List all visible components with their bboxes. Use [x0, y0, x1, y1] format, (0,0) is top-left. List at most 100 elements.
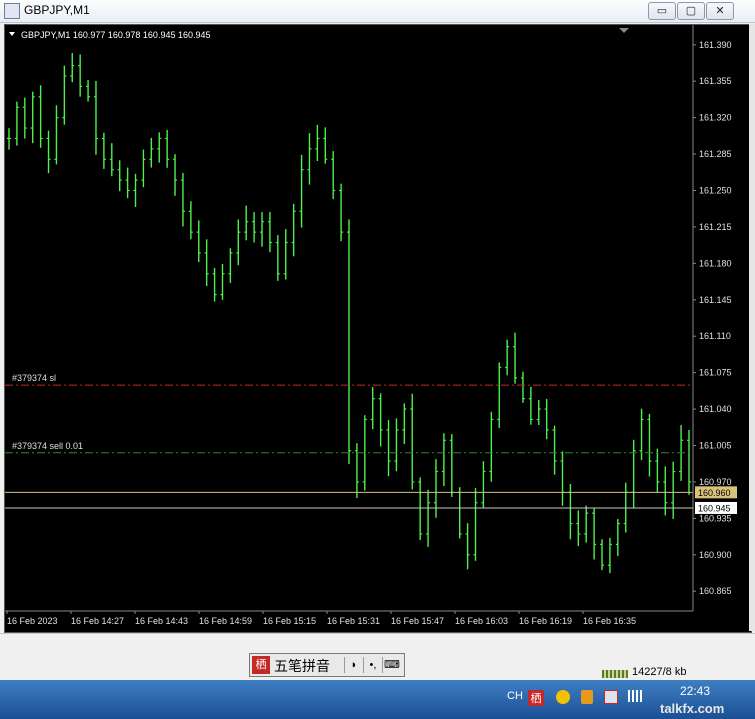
price-bar — [528, 386, 533, 425]
y-tick-label: 161.075 — [699, 368, 732, 378]
ime-tray-icon[interactable]: 栖 — [528, 690, 544, 706]
window-title: GBPJPY,M1 — [24, 3, 90, 17]
ime-toolbar[interactable]: 栖 五笔拼音 ◗ •, ⌨ — [249, 653, 405, 677]
signal-icon[interactable] — [628, 690, 642, 702]
price-bar — [687, 429, 691, 495]
price-bar — [671, 461, 676, 519]
ime-punctuation-icon[interactable]: •, — [363, 657, 382, 673]
network-warning-icon[interactable] — [604, 690, 618, 704]
tray-clock[interactable]: 22:43 — [680, 684, 710, 698]
price-bar — [283, 229, 288, 280]
y-tick-label: 160.935 — [699, 513, 732, 523]
price-bar — [125, 167, 130, 199]
close-button[interactable]: ✕ — [706, 2, 734, 20]
restore-button[interactable]: ▢ — [677, 2, 705, 20]
ime-keyboard-icon[interactable]: ⌨ — [382, 657, 401, 673]
price-bar — [188, 201, 193, 240]
y-tick-label: 161.250 — [699, 185, 732, 195]
smiley-tray-icon[interactable] — [556, 690, 570, 704]
price-bar — [101, 132, 106, 169]
price-bar — [607, 537, 612, 574]
chart-header-title: GBPJPY,M1 160.977 160.978 160.945 160.94… — [21, 30, 211, 40]
price-bar — [30, 91, 35, 144]
price-bar — [228, 248, 233, 284]
price-bar — [86, 80, 91, 102]
y-tick-label: 161.005 — [699, 441, 732, 451]
price-bar — [600, 539, 605, 571]
price-bar — [14, 101, 19, 146]
price-chart[interactable]: #379374 sl #379374 sell 0.01 161.390 161.3… — [4, 24, 752, 633]
price-bar — [93, 80, 98, 155]
price-bar — [339, 183, 344, 242]
net-speed-meter: 14227/8 kb — [602, 666, 755, 680]
price-bar — [497, 362, 502, 429]
price-bar — [109, 143, 114, 177]
minimize-button[interactable]: ▭ — [648, 2, 676, 20]
price-bar — [505, 339, 510, 376]
x-axis-ticks: 16 Feb 2023 16 Feb 14:27 16 Feb 14:43 16 Fe… — [6, 611, 636, 626]
chart-menu-icon[interactable] — [9, 32, 15, 36]
price-bar — [331, 151, 336, 200]
x-tick-label: 16 Feb 15:31 — [327, 616, 380, 626]
price-bar — [481, 461, 486, 508]
price-bar — [394, 418, 399, 472]
price-bar — [149, 137, 154, 168]
order-line-label: #379374 sl — [12, 373, 56, 383]
ime-mode-label[interactable]: 五笔拼音 — [274, 656, 330, 676]
price-bar — [315, 124, 320, 162]
x-tick-label: 16 Feb 16:19 — [519, 616, 572, 626]
price-bar — [299, 154, 304, 228]
price-bar — [418, 477, 423, 541]
app-icon — [4, 3, 20, 19]
price-bar — [520, 371, 525, 403]
axis-price-label: 160.960 — [695, 486, 737, 499]
price-bar — [513, 332, 518, 384]
x-tick-label: 16 Feb 14:27 — [71, 616, 124, 626]
chart-shift-icon[interactable] — [619, 28, 629, 33]
price-bar — [275, 235, 280, 281]
price-bar — [204, 239, 209, 287]
price-bar — [631, 439, 636, 508]
price-bar — [426, 489, 431, 547]
x-tick-label: 16 Feb 16:03 — [455, 616, 508, 626]
axis-price-label-text: 160.960 — [698, 488, 731, 498]
price-bar — [465, 523, 470, 570]
price-bar — [584, 505, 589, 543]
price-bar — [370, 387, 375, 430]
price-bar — [473, 488, 478, 561]
price-bar — [165, 129, 170, 168]
price-bar — [267, 211, 272, 253]
price-bar — [307, 133, 312, 185]
x-tick-label: 16 Feb 14:59 — [199, 616, 252, 626]
y-tick-label: 161.040 — [699, 404, 732, 414]
language-indicator[interactable]: CH — [507, 690, 523, 706]
ime-logo-icon[interactable]: 栖 — [252, 656, 270, 674]
price-bar — [291, 203, 296, 257]
status-bar — [0, 633, 755, 646]
price-bar — [410, 393, 415, 490]
price-bar — [655, 448, 660, 493]
price-bar — [402, 403, 407, 444]
price-bar — [46, 130, 51, 174]
shield-tray-icon[interactable] — [581, 690, 593, 704]
price-bar — [54, 105, 59, 165]
price-bar — [441, 433, 446, 487]
price-bar — [576, 510, 581, 547]
price-bar — [133, 173, 138, 207]
price-bar — [449, 434, 454, 497]
y-tick-label: 160.900 — [699, 550, 732, 560]
price-bar — [196, 220, 201, 263]
price-bar — [378, 393, 383, 447]
price-bar — [180, 172, 185, 227]
price-labels: 160.960 160.945 — [695, 486, 737, 514]
y-tick-label: 160.865 — [699, 586, 732, 596]
y-tick-label: 161.215 — [699, 222, 732, 232]
price-bar — [78, 54, 83, 97]
y-tick-label: 161.180 — [699, 258, 732, 268]
price-bar — [433, 459, 438, 518]
x-tick-label: 16 Feb 2023 — [7, 616, 58, 626]
ime-halfwidth-icon[interactable]: ◗ — [344, 657, 363, 673]
y-tick-label: 160.970 — [699, 477, 732, 487]
window-titlebar: GBPJPY,M1 ▭ ▢ ✕ — [0, 0, 755, 23]
right-edge-panel — [749, 24, 755, 631]
